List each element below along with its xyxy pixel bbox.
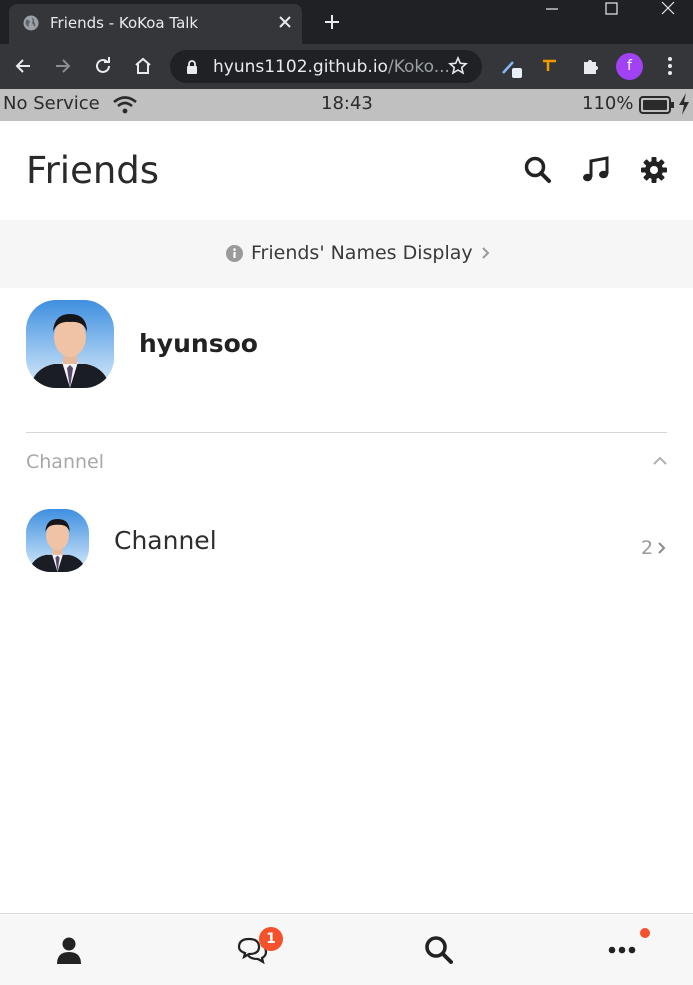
names-display-banner[interactable]: Friends' Names Display	[0, 220, 693, 288]
battery-icon	[639, 96, 674, 114]
names-display-link[interactable]: Friends' Names Display	[226, 242, 491, 264]
settings-icon[interactable]	[639, 155, 669, 185]
url-text: hyuns1102.github.io/Koko...	[213, 57, 450, 77]
extension-crop-icon[interactable]	[540, 55, 562, 77]
app-header: Friends	[0, 121, 693, 220]
friends-icon[interactable]	[53, 934, 85, 966]
url-host: hyuns1102.github.io	[213, 57, 388, 77]
bookmark-star-icon[interactable]	[448, 56, 468, 76]
carrier-text: No Service	[3, 93, 100, 114]
back-icon[interactable]	[12, 55, 34, 77]
profile-photo-image	[26, 300, 114, 388]
chat-badge: 1	[259, 927, 283, 951]
find-icon[interactable]	[423, 934, 455, 966]
lock-icon	[187, 60, 197, 74]
my-profile-row[interactable]: hyunsoo	[26, 300, 667, 388]
close-tab-icon[interactable]	[276, 13, 294, 31]
names-display-text: Friends' Names Display	[251, 242, 473, 264]
chevron-right-icon	[658, 542, 666, 554]
channel-name: Channel	[114, 526, 217, 555]
home-icon[interactable]	[132, 55, 154, 77]
info-icon	[226, 244, 243, 262]
page-title: Friends	[26, 149, 160, 192]
section-divider	[26, 432, 667, 433]
channel-photo	[26, 509, 89, 572]
url-path: /Koko...	[387, 57, 450, 77]
more-notification-dot	[640, 928, 650, 938]
charging-bolt-icon	[679, 93, 689, 115]
menu-kebab-icon[interactable]	[659, 55, 681, 77]
new-tab-icon[interactable]	[322, 12, 342, 32]
extension-eyedropper-icon[interactable]	[500, 56, 522, 78]
wifi-icon	[113, 96, 137, 114]
bottom-nav: 1	[0, 913, 693, 985]
channel-row[interactable]: Channel 2	[26, 509, 667, 572]
my-profile-photo[interactable]	[26, 300, 114, 388]
profile-avatar[interactable]: f	[616, 53, 643, 80]
minimize-icon[interactable]	[532, 0, 572, 22]
channel-section-label: Channel	[26, 451, 105, 473]
tab-title: Friends - KoKoa Talk	[50, 14, 199, 32]
channel-photo-image	[26, 509, 89, 572]
chevron-right-icon	[481, 247, 490, 259]
close-window-icon[interactable]	[648, 0, 688, 22]
status-bar: No Service 18:43 110%	[0, 89, 693, 121]
forward-icon[interactable]	[52, 55, 74, 77]
extensions-puzzle-icon[interactable]	[580, 55, 602, 77]
battery-percent: 110%	[582, 93, 634, 114]
search-icon[interactable]	[523, 155, 553, 185]
browser-tab-bar: Friends - KoKoa Talk	[0, 0, 693, 44]
my-profile-name: hyunsoo	[139, 329, 258, 358]
maximize-icon[interactable]	[592, 0, 632, 22]
globe-icon	[23, 15, 39, 31]
address-bar[interactable]: hyuns1102.github.io/Koko...	[170, 50, 482, 83]
browser-toolbar: hyuns1102.github.io/Koko... f	[0, 44, 693, 89]
chevron-up-icon[interactable]	[652, 456, 668, 466]
clock-text: 18:43	[321, 93, 373, 114]
channel-count: 2	[641, 537, 654, 559]
browser-tab[interactable]: Friends - KoKoa Talk	[9, 4, 302, 44]
music-icon[interactable]	[581, 155, 611, 185]
reload-icon[interactable]	[92, 55, 114, 77]
more-icon[interactable]	[606, 934, 638, 966]
